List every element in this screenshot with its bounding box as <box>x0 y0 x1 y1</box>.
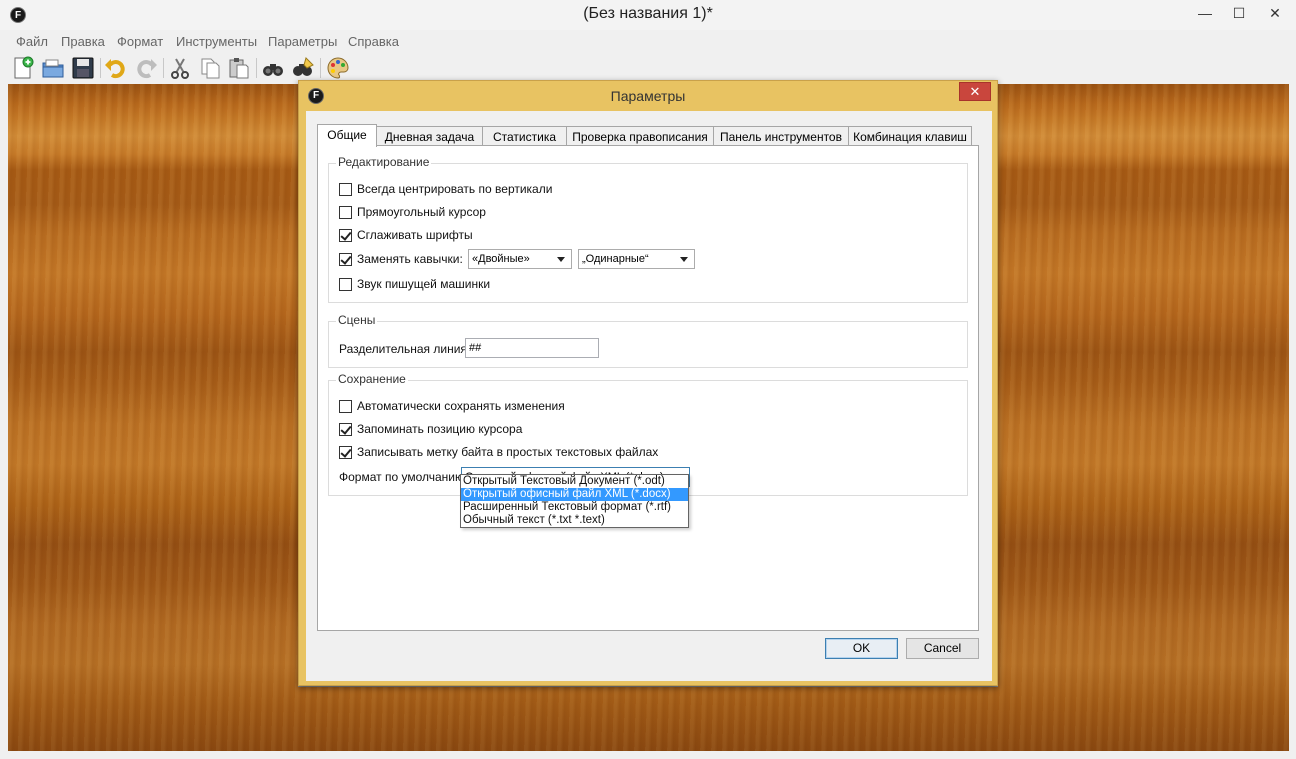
smart-quotes-checkbox[interactable] <box>339 252 352 266</box>
toolbar-separator <box>163 58 164 78</box>
menu-edit[interactable]: Правка <box>61 34 105 49</box>
typewriter-sound-checkbox[interactable] <box>339 277 352 291</box>
smooth-fonts-row[interactable]: Сглаживать шрифты <box>339 228 473 242</box>
toolbar-separator <box>320 58 321 78</box>
block-cursor-checkbox[interactable] <box>339 205 352 219</box>
window-titlebar: F (Без названия 1)* — ☐ ✕ <box>0 0 1296 30</box>
dialog-close-button[interactable]: ✕ <box>959 82 991 101</box>
menu-tools[interactable]: Инструменты <box>176 34 257 49</box>
divider-row: Разделительная линия: <box>339 342 470 356</box>
window-title: (Без названия 1)* <box>583 5 713 22</box>
typewriter-sound-label: Звук пишущей машинки <box>357 277 491 291</box>
minimize-button[interactable]: — <box>1190 0 1220 26</box>
smart-quotes-row[interactable]: Заменять кавычки: <box>339 252 463 266</box>
tab-toolbar[interactable]: Панель инструментов <box>713 126 849 146</box>
remember-cursor-row[interactable]: Запоминать позицию курсора <box>339 422 522 436</box>
always-center-checkbox[interactable] <box>339 182 352 196</box>
format-option-odt[interactable]: Открытый Текстовый Документ (*.odt) <box>461 475 688 488</box>
editing-group: Редактирование Всегда центрировать по ве… <box>328 155 968 303</box>
remember-cursor-label: Запоминать позицию курсора <box>357 422 523 436</box>
tab-general[interactable]: Общие <box>317 124 377 147</box>
toolbar-separator <box>100 58 101 78</box>
undo-icon[interactable] <box>103 55 129 81</box>
format-option-txt[interactable]: Обычный текст (*.txt *.text) <box>461 514 688 527</box>
close-button[interactable]: ✕ <box>1260 0 1290 26</box>
always-center-label: Всегда центрировать по вертикали <box>357 182 553 196</box>
write-bom-checkbox[interactable] <box>339 445 352 459</box>
scenes-group: Сцены Разделительная линия: ## <box>328 313 968 368</box>
autosave-label: Автоматически сохранять изменения <box>357 399 565 413</box>
divider-input[interactable]: ## <box>465 338 599 358</box>
default-format-row: Формат по умолчанию: <box>339 470 467 484</box>
autosave-row[interactable]: Автоматически сохранять изменения <box>339 399 565 413</box>
find-replace-icon[interactable] <box>290 55 316 81</box>
smooth-fonts-label: Сглаживать шрифты <box>357 228 473 242</box>
default-format-dropdown-list: Открытый Текстовый Документ (*.odt) Откр… <box>460 474 689 528</box>
paste-icon[interactable] <box>226 55 252 81</box>
menu-format[interactable]: Формат <box>117 34 163 49</box>
chevron-down-icon <box>680 257 688 262</box>
chevron-down-icon <box>557 257 565 262</box>
cut-icon[interactable] <box>167 55 193 81</box>
cancel-button[interactable]: Cancel <box>906 638 979 659</box>
block-cursor-label: Прямоугольный курсор <box>357 205 486 219</box>
smart-quotes-label: Заменять кавычки: <box>357 252 463 266</box>
redo-icon[interactable] <box>133 55 159 81</box>
tab-spellcheck[interactable]: Проверка правописания <box>566 126 714 146</box>
copy-icon[interactable] <box>197 55 223 81</box>
remember-cursor-checkbox[interactable] <box>339 422 352 436</box>
write-bom-label: Записывать метку байта в простых текстов… <box>357 445 659 459</box>
dialog-title: Параметры <box>610 88 686 104</box>
find-icon[interactable] <box>260 55 286 81</box>
menu-settings[interactable]: Параметры <box>268 34 337 49</box>
single-quotes-select[interactable]: „Одинарные“ <box>578 249 695 269</box>
toolbar-separator <box>256 58 257 78</box>
format-option-rtf[interactable]: Расширенный Текстовый формат (*.rtf) <box>461 501 688 514</box>
write-bom-row[interactable]: Записывать метку байта в простых текстов… <box>339 445 658 459</box>
tab-daily-goal[interactable]: Дневная задача <box>376 126 483 146</box>
dialog-body: Общие Дневная задача Статистика Проверка… <box>306 111 992 681</box>
general-tab-panel: Редактирование Всегда центрировать по ве… <box>317 145 979 631</box>
tab-statistics[interactable]: Статистика <box>482 126 567 146</box>
block-cursor-row[interactable]: Прямоугольный курсор <box>339 205 486 219</box>
autosave-checkbox[interactable] <box>339 399 352 413</box>
menu-bar: Файл Правка Формат Инструменты Параметры… <box>0 30 1296 52</box>
tab-shortcuts[interactable]: Комбинация клавиш <box>848 126 972 146</box>
menu-help[interactable]: Справка <box>348 34 399 49</box>
divider-label: Разделительная линия: <box>339 342 471 356</box>
new-document-icon[interactable] <box>10 55 36 81</box>
editing-group-title: Редактирование <box>336 155 432 169</box>
default-format-label: Формат по умолчанию: <box>339 470 468 484</box>
themes-icon[interactable] <box>325 55 351 81</box>
double-quotes-select[interactable]: «Двойные» <box>468 249 572 269</box>
smooth-fonts-checkbox[interactable] <box>339 228 352 242</box>
scenes-group-title: Сцены <box>336 313 378 327</box>
format-option-docx[interactable]: Открытый офисный файл XML (*.docx) <box>461 488 688 501</box>
maximize-button[interactable]: ☐ <box>1224 0 1254 26</box>
double-quotes-value: «Двойные» <box>472 253 530 265</box>
typewriter-sound-row[interactable]: Звук пишущей машинки <box>339 277 490 291</box>
menu-file[interactable]: Файл <box>16 34 48 49</box>
save-icon[interactable] <box>70 55 96 81</box>
ok-button[interactable]: OK <box>825 638 898 659</box>
always-center-row[interactable]: Всегда центрировать по вертикали <box>339 182 552 196</box>
open-folder-icon[interactable] <box>40 55 66 81</box>
settings-dialog: F Параметры ✕ Общие Дневная задача Стати… <box>298 80 998 686</box>
saving-group-title: Сохранение <box>336 372 408 386</box>
single-quotes-value: „Одинарные“ <box>582 253 649 265</box>
